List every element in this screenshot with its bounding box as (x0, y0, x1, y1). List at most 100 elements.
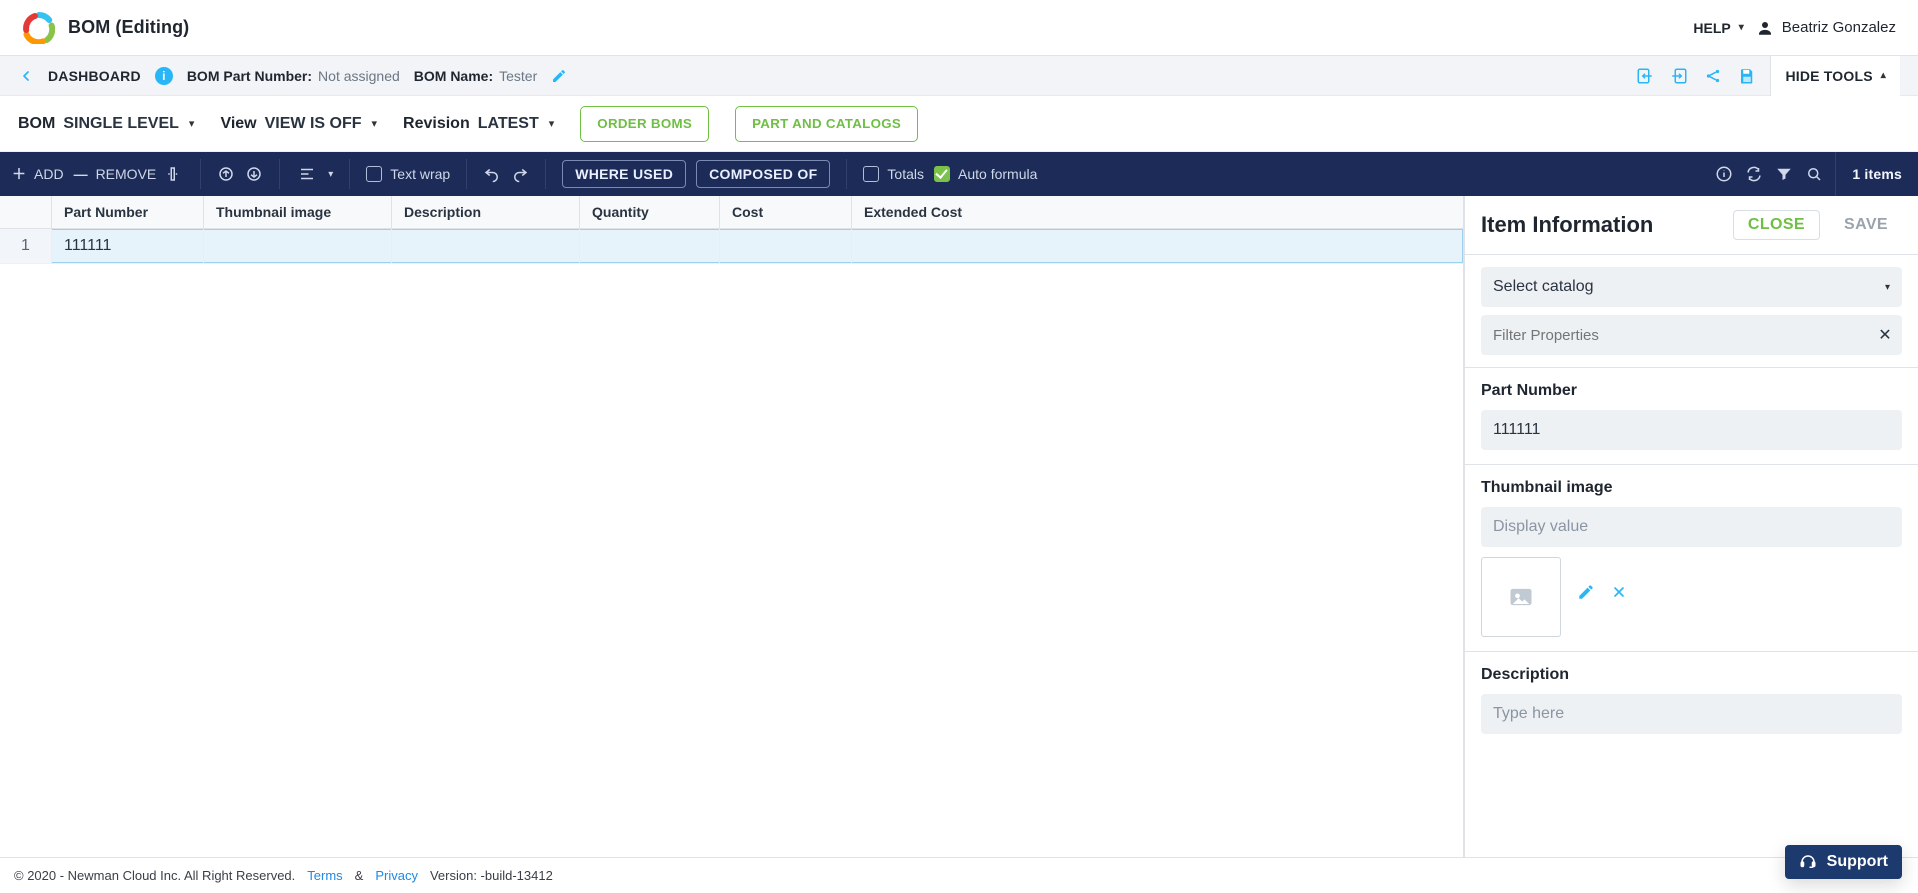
group-description-label: Description (1481, 666, 1902, 684)
app-logo-icon (22, 11, 56, 45)
save-icon[interactable] (1738, 67, 1756, 85)
grid-toolbar: ＋ ADD — REMOVE ▾ (0, 152, 1918, 196)
part-and-catalogs-button[interactable]: PART AND CATALOGS (735, 106, 918, 142)
app-topbar: BOM (Editing) HELP ▾ Beatriz Gonzalez (0, 0, 1918, 56)
chevron-down-icon: ▾ (189, 117, 195, 130)
cell-extended-cost[interactable] (852, 229, 1024, 263)
group-thumbnail-label: Thumbnail image (1481, 479, 1902, 497)
hide-tools-toggle[interactable]: HIDE TOOLS ▴ (1770, 56, 1900, 96)
side-panel-title: Item Information (1481, 212, 1653, 238)
current-user[interactable]: Beatriz Gonzalez (1756, 19, 1896, 37)
import-icon[interactable] (1636, 67, 1654, 85)
description-input[interactable]: Type here (1481, 694, 1902, 734)
col-part-number[interactable]: Part Number (52, 196, 204, 228)
move-up-icon[interactable] (217, 165, 235, 183)
table-row[interactable]: 1 111111 (0, 229, 1463, 264)
order-boms-button[interactable]: ORDER BOMS (580, 106, 709, 142)
bom-mode-dropdown[interactable]: BOM SINGLE LEVEL ▾ (18, 115, 194, 133)
redo-icon[interactable] (511, 165, 529, 183)
main-area: Part Number Thumbnail image Description … (0, 196, 1918, 857)
chevron-down-icon: ▾ (549, 117, 555, 130)
move-down-icon[interactable] (245, 165, 263, 183)
add-row-button[interactable]: ＋ ADD (12, 164, 64, 184)
undo-icon[interactable] (483, 165, 501, 183)
col-quantity[interactable]: Quantity (580, 196, 720, 228)
text-wrap-checkbox[interactable]: Text wrap (366, 166, 450, 182)
sync-icon[interactable] (1745, 165, 1763, 183)
cell-cost[interactable] (720, 229, 852, 263)
help-label: HELP (1693, 20, 1730, 36)
view-mode-dropdown[interactable]: View VIEW IS OFF ▾ (220, 115, 377, 133)
chevron-down-icon: ▾ (328, 169, 333, 180)
info-icon[interactable]: i (155, 67, 173, 85)
totals-checkbox[interactable]: Totals (863, 166, 924, 182)
footer-version: Version: -build-13412 (430, 868, 553, 883)
bom-name-value: Tester (499, 68, 537, 84)
grid-columns: Part Number Thumbnail image Description … (0, 196, 1463, 229)
user-icon (1756, 19, 1774, 37)
support-button[interactable]: Support (1785, 845, 1902, 879)
footer: © 2020 - Newman Cloud Inc. All Right Res… (0, 857, 1918, 893)
support-label: Support (1827, 853, 1888, 871)
align-menu-icon[interactable] (296, 165, 318, 183)
breadcrumb[interactable]: DASHBOARD (48, 68, 141, 84)
toolbar-right-tools (1703, 165, 1835, 183)
thumbnail-preview (1481, 557, 1561, 637)
edit-thumbnail-icon[interactable] (1577, 583, 1595, 601)
cell-thumbnail[interactable] (204, 229, 392, 263)
share-icon[interactable] (1704, 67, 1722, 85)
cell-quantity[interactable] (580, 229, 720, 263)
group-thumbnail: Thumbnail image Display value (1465, 464, 1918, 651)
search-icon[interactable] (1805, 165, 1823, 183)
chevron-down-icon: ▾ (372, 117, 378, 130)
insert-column-icon[interactable] (166, 165, 184, 183)
controls-bar: BOM SINGLE LEVEL ▾ View VIEW IS OFF ▾ Re… (0, 96, 1918, 152)
user-name: Beatriz Gonzalez (1782, 19, 1896, 36)
chevron-down-icon: ▾ (1885, 282, 1890, 293)
remove-thumbnail-icon[interactable] (1611, 584, 1627, 600)
col-index[interactable] (0, 196, 52, 228)
grid: Part Number Thumbnail image Description … (0, 196, 1464, 857)
item-information-panel: Item Information CLOSE SAVE Select catal… (1464, 196, 1918, 857)
thumbnail-display-value[interactable]: Display value (1481, 507, 1902, 547)
help-menu[interactable]: HELP ▾ (1693, 20, 1743, 36)
chevron-down-icon: ▾ (1739, 22, 1744, 33)
cell-description[interactable] (392, 229, 580, 263)
group-description: Description Type here (1465, 651, 1918, 748)
footer-terms-link[interactable]: Terms (307, 868, 342, 883)
close-panel-button[interactable]: CLOSE (1733, 210, 1820, 240)
back-arrow-icon[interactable] (18, 68, 34, 84)
col-description[interactable]: Description (392, 196, 580, 228)
export-icon[interactable] (1670, 67, 1688, 85)
col-extended-cost[interactable]: Extended Cost (852, 196, 1024, 228)
hide-tools-label: HIDE TOOLS (1785, 68, 1872, 84)
group-part-number-label: Part Number (1481, 382, 1902, 400)
remove-row-button[interactable]: — REMOVE (74, 166, 157, 182)
catalog-select-placeholder: Select catalog (1493, 278, 1594, 296)
revision-dropdown[interactable]: Revision LATEST ▾ (403, 115, 554, 133)
row-index[interactable]: 1 (0, 229, 52, 263)
items-count: 1 items (1835, 152, 1918, 196)
edit-name-icon[interactable] (551, 68, 567, 84)
footer-privacy-link[interactable]: Privacy (375, 868, 418, 883)
where-used-button[interactable]: WHERE USED (562, 160, 686, 188)
composed-of-button[interactable]: COMPOSED OF (696, 160, 830, 188)
auto-formula-checkbox[interactable]: Auto formula (934, 166, 1037, 182)
part-number-value[interactable]: 111111 (1481, 410, 1902, 450)
col-cost[interactable]: Cost (720, 196, 852, 228)
info-outline-icon[interactable] (1715, 165, 1733, 183)
save-panel-button[interactable]: SAVE (1830, 210, 1902, 240)
filter-properties-input[interactable] (1481, 315, 1868, 355)
app-title: BOM (Editing) (68, 17, 189, 38)
bom-part-number: BOM Part Number: Not assigned (187, 68, 400, 84)
clear-filter-icon[interactable]: ✕ (1868, 325, 1902, 345)
col-thumbnail[interactable]: Thumbnail image (204, 196, 392, 228)
bom-part-number-label: BOM Part Number: (187, 68, 312, 84)
chevron-up-icon: ▴ (1881, 70, 1886, 81)
cell-part-number[interactable]: 111111 (52, 229, 204, 263)
catalog-select[interactable]: Select catalog ▾ (1481, 267, 1902, 307)
group-part-number: Part Number 111111 (1465, 367, 1918, 464)
filter-icon[interactable] (1775, 165, 1793, 183)
headset-icon (1799, 853, 1817, 871)
filter-properties[interactable]: ✕ (1481, 315, 1902, 355)
